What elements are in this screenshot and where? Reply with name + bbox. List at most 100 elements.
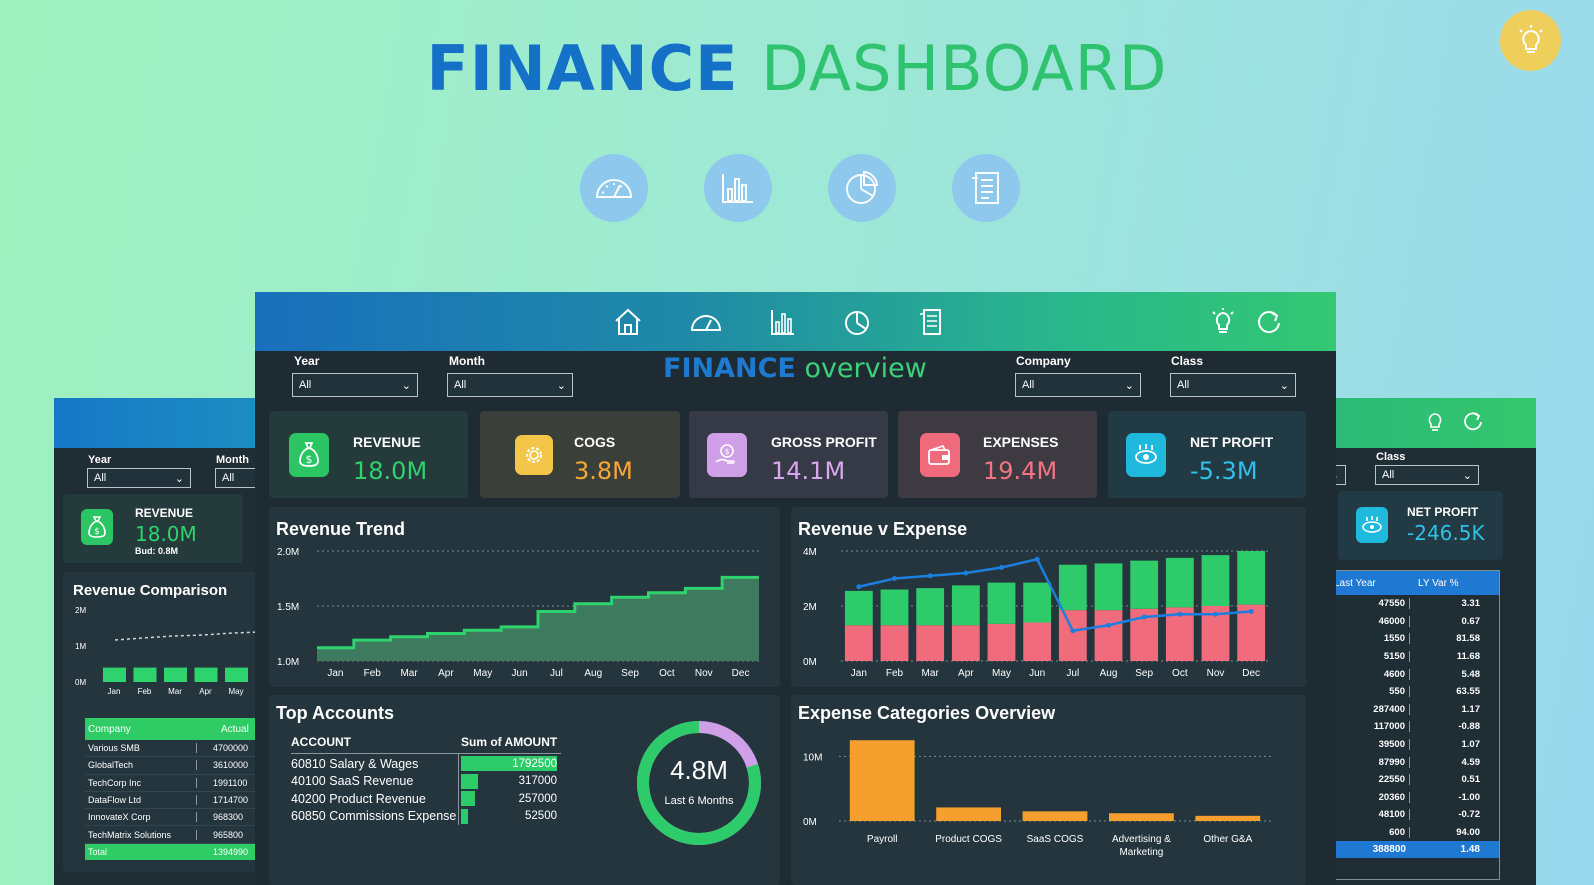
left-month-label: Month — [216, 454, 249, 466]
y-tick-label: 1.0M — [277, 657, 299, 668]
bulb-icon[interactable] — [1424, 410, 1446, 434]
x-tick-label: SaaS COGS — [1027, 834, 1084, 845]
account-amount: 52500 — [525, 810, 557, 823]
variance-row[interactable]: 76475503.31 — [1310, 595, 1499, 613]
expense-category-bar — [936, 807, 1001, 821]
ly-var-value: -1.00 — [1458, 791, 1480, 803]
svg-text:$: $ — [724, 447, 729, 456]
expense-bar — [880, 625, 909, 661]
variance-row[interactable]: 29117000-0.88 — [1310, 718, 1499, 736]
trend-point — [892, 576, 897, 581]
variance-row[interactable]: 51225500.51 — [1310, 771, 1499, 789]
left-year-select[interactable]: All ⌄ — [87, 468, 191, 488]
report-button[interactable] — [915, 306, 947, 338]
reset-icon[interactable] — [1462, 410, 1484, 432]
bulb-button[interactable] — [1207, 306, 1239, 338]
account-row[interactable]: 60850 Commissions Expense 52500 — [291, 808, 561, 826]
account-amount: 1792500 — [512, 757, 557, 770]
nav-breakdown-button[interactable] — [828, 154, 896, 222]
account-row[interactable]: 40100 SaaS Revenue 317000 — [291, 773, 561, 791]
company-row[interactable]: Various SMB 4700000 — [85, 740, 264, 758]
reset-button[interactable] — [1254, 306, 1286, 338]
amount-header[interactable]: Sum of AMOUNT — [461, 735, 557, 749]
company-row[interactable]: TechCorp Inc 1991100 — [85, 775, 264, 792]
expense-category-bar — [1022, 811, 1088, 821]
company-row[interactable]: TechMatrix Solutions 965800 — [85, 826, 264, 844]
revenue-trend-panel: Revenue Trend 1.0M 1.5M 2.0M Jan Feb Mar Apr Ma… — [269, 507, 780, 687]
left-year-value: All — [94, 472, 107, 484]
class-select[interactable]: All ⌄ — [1170, 373, 1296, 397]
actual-header[interactable]: Actual — [197, 724, 249, 735]
chevron-down-icon: ⌄ — [1462, 469, 1472, 482]
y-tick-label: 0M — [803, 817, 817, 828]
last-year-value: 20360 — [1330, 791, 1410, 803]
variance-row[interactable]: 49155081.58 — [1310, 630, 1499, 648]
variance-row[interactable]: 43879904.59 — [1310, 753, 1499, 771]
company-header[interactable]: Company — [85, 724, 197, 735]
company-row[interactable]: DataFlow Ltd 1714700 — [85, 792, 264, 810]
account-header[interactable]: ACCOUNT — [291, 735, 351, 749]
comparison-bar — [194, 667, 218, 682]
company-select[interactable]: All ⌄ — [1015, 373, 1141, 397]
right-panel-header — [1310, 398, 1536, 448]
kpi-card-revenue[interactable]: $ REVENUE 18.0M — [269, 411, 468, 498]
company-filter-label: Company — [1016, 354, 1071, 368]
variance-row[interactable]: 85460000.67 — [1310, 613, 1499, 631]
last-year-value: 117000 — [1330, 721, 1410, 733]
y-tick-label: 4M — [803, 547, 817, 558]
variance-row[interactable]: 0020360-1.00 — [1310, 789, 1499, 807]
month-select[interactable]: All ⌄ — [447, 373, 573, 397]
variance-table-body: 76475503.3185460000.6749155081.584851501… — [1310, 595, 1499, 841]
left-budget-text: Bud: 0.8M — [135, 546, 179, 556]
x-tick-label: Oct — [1172, 668, 1188, 679]
gauge-button[interactable] — [690, 306, 722, 338]
company-row[interactable]: GlobalTech 3610000 — [85, 757, 264, 775]
kpi-card-gross-profit[interactable]: $ GROSS PROFIT 14.1M — [689, 411, 888, 498]
variance-row[interactable]: 3760094.00 — [1310, 824, 1499, 842]
left-year-label: Year — [88, 454, 112, 466]
variance-row[interactable]: 48515011.68 — [1310, 648, 1499, 666]
kpi-card-net-profit[interactable]: NET PROFIT -5.3M — [1108, 411, 1306, 498]
variance-row[interactable]: 6746005.48 — [1310, 665, 1499, 683]
kpi-card-expenses[interactable]: EXPENSES 19.4M — [898, 411, 1097, 498]
nav-charts-button[interactable] — [704, 154, 772, 222]
variance-row[interactable]: 75395001.07 — [1310, 736, 1499, 754]
revenue-trend-chart: 1.0M 1.5M 2.0M Jan Feb Mar Apr May Jun Jul Aug Sep O… — [277, 547, 759, 679]
account-row[interactable]: 60810 Salary & Wages 1792500 — [291, 755, 561, 773]
nav-report-button[interactable] — [952, 154, 1020, 222]
x-tick-label: Dec — [1242, 668, 1260, 679]
last-year-value: 5150 — [1330, 651, 1410, 663]
bar-chart-button[interactable] — [767, 306, 799, 338]
company-row[interactable]: InnovateX Corp 968300 — [85, 809, 264, 827]
month-filter-label: Month — [449, 354, 485, 368]
trend-point — [1213, 611, 1218, 617]
x-tick-label: Mar — [168, 687, 182, 696]
bar-chart-icon — [771, 310, 794, 335]
variance-row[interactable]: 9048100-0.72 — [1310, 806, 1499, 824]
last-year-header[interactable]: Last Year — [1330, 578, 1410, 589]
theme-toggle-button[interactable] — [1500, 10, 1561, 71]
ly-var-value: 1.17 — [1461, 703, 1481, 715]
ly-var-value: 63.55 — [1456, 686, 1480, 698]
bulb-icon — [1518, 24, 1543, 53]
donut-value: 4.8M — [670, 755, 728, 785]
nav-overview-button[interactable] — [580, 154, 648, 222]
company-table-body: Various SMB 4700000 GlobalTech 3610000 TechC… — [85, 740, 264, 844]
expense-categories-title: Expense Categories Overview — [798, 703, 1056, 723]
account-row[interactable]: 40200 Product Revenue 257000 — [291, 790, 561, 808]
ly-var-header[interactable]: LY Var % — [1410, 578, 1459, 589]
right-class-select[interactable]: All ⌄ — [1375, 465, 1479, 485]
year-select[interactable]: All ⌄ — [292, 373, 418, 397]
variance-row[interactable]: 192874001.17 — [1310, 701, 1499, 719]
variance-row[interactable]: 0155063.55 — [1310, 683, 1499, 701]
kpi-card-cogs[interactable]: COGS 3.8M — [480, 411, 680, 498]
pie-chart-button[interactable] — [842, 306, 874, 338]
y-tick-label: 0M — [75, 678, 86, 687]
accounts-divider — [291, 753, 561, 754]
x-tick-label: Apr — [438, 668, 454, 679]
home-button[interactable] — [612, 306, 644, 338]
company-table-header: Company Actual — [85, 718, 264, 740]
account-amount: 257000 — [518, 792, 557, 805]
last-year-value: 4600 — [1330, 668, 1410, 680]
right-background-panel: Class All ⌄ ⌄ NET PROFIT -246.5K Last Yea… — [1310, 398, 1536, 885]
